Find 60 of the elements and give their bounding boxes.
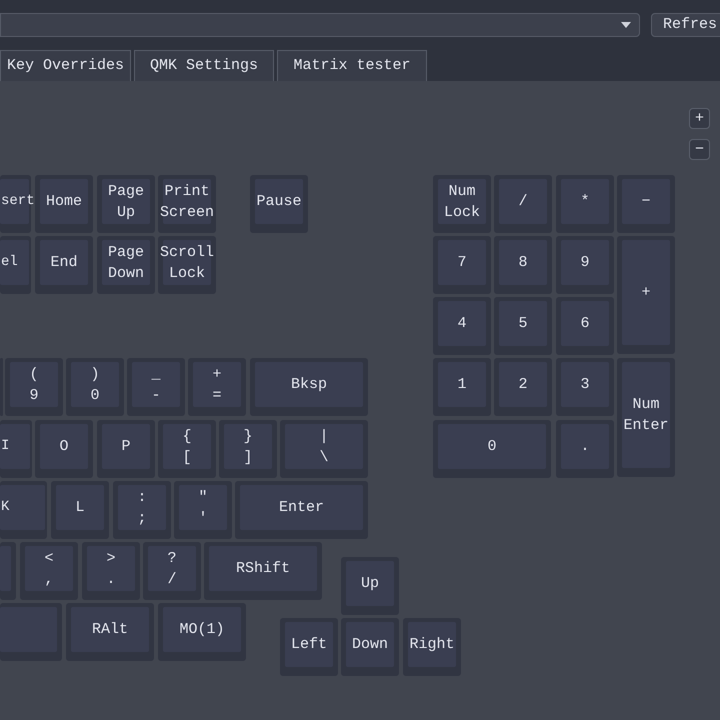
keyboard-key[interactable]: 1 xyxy=(433,358,491,416)
device-dropdown[interactable] xyxy=(0,13,640,37)
caret-icon xyxy=(621,22,631,28)
keyboard-key[interactable]: + xyxy=(617,236,675,354)
keyboard-key[interactable]: Right xyxy=(403,618,461,676)
keyboard-key[interactable]: Pause xyxy=(250,175,308,233)
keyboard-key[interactable]: I xyxy=(0,420,32,478)
zoom-in-button[interactable]: + xyxy=(689,108,710,129)
zoom-out-button[interactable]: − xyxy=(689,139,710,160)
keyboard-key[interactable]: 5 xyxy=(494,297,552,355)
keyboard-key[interactable]: : ; xyxy=(113,481,171,539)
keyboard-key[interactable]: Home xyxy=(35,175,93,233)
keyboard-key[interactable]: Scroll Lock xyxy=(158,236,216,294)
keyboard-key[interactable]: MO(1) xyxy=(158,603,246,661)
tab[interactable]: Matrix tester xyxy=(277,50,427,81)
keyboard-key[interactable]: " ' xyxy=(174,481,232,539)
keyboard-key[interactable]: > . xyxy=(82,542,140,600)
keyboard-key[interactable]: { [ xyxy=(158,420,216,478)
keyboard-key[interactable]: Bksp xyxy=(250,358,368,416)
keyboard-key[interactable]: K xyxy=(0,481,47,539)
keyboard-key[interactable]: ( 9 xyxy=(5,358,63,416)
keyboard-key[interactable]: 8 xyxy=(494,236,552,294)
keyboard-key[interactable]: < , xyxy=(20,542,78,600)
keyboard-key[interactable]: ) 0 xyxy=(66,358,124,416)
keyboard-key[interactable]: 6 xyxy=(556,297,614,355)
keyboard-key[interactable]: + = xyxy=(188,358,246,416)
tab[interactable]: Key Overrides xyxy=(0,50,131,81)
tab[interactable]: QMK Settings xyxy=(134,50,274,81)
keyboard-key[interactable]: . xyxy=(556,420,614,478)
keyboard-key[interactable]: _ - xyxy=(127,358,185,416)
keyboard-key[interactable]: } ] xyxy=(219,420,277,478)
keyboard-key[interactable]: P xyxy=(97,420,155,478)
keyboard-key[interactable]: O xyxy=(35,420,93,478)
keyboard-key[interactable]: sert xyxy=(0,175,31,233)
keyboard-key[interactable]: 3 xyxy=(556,358,614,416)
keyboard-key[interactable]: End xyxy=(35,236,93,294)
keyboard-key[interactable]: RShift xyxy=(204,542,322,600)
refresh-button[interactable]: Refres xyxy=(651,13,720,37)
keyboard-key[interactable]: Enter xyxy=(235,481,368,539)
keyboard-key[interactable]: el xyxy=(0,236,31,294)
keyboard-key[interactable]: ? / xyxy=(143,542,201,600)
keyboard-key[interactable]: Num Lock xyxy=(433,175,491,233)
keyboard-key[interactable]: Page Down xyxy=(97,236,155,294)
keyboard-key[interactable]: RAlt xyxy=(66,603,154,661)
keyboard-key[interactable]: Up xyxy=(341,557,399,615)
keyboard-key[interactable]: 2 xyxy=(494,358,552,416)
keyboard-key[interactable]: 7 xyxy=(433,236,491,294)
keyboard-key[interactable]: − xyxy=(617,175,675,233)
keyboard-key[interactable]: | \ xyxy=(280,420,368,478)
keyboard-key[interactable]: Down xyxy=(341,618,399,676)
keyboard-key[interactable]: Num Enter xyxy=(617,358,675,477)
keyboard-key[interactable]: Print Screen xyxy=(158,175,216,233)
keyboard-key[interactable]: * xyxy=(556,175,614,233)
keyboard-key[interactable]: Left xyxy=(280,618,338,676)
keyboard-key[interactable]: 4 xyxy=(433,297,491,355)
keyboard-key[interactable]: L xyxy=(51,481,109,539)
keyboard-key[interactable]: 0 xyxy=(433,420,551,478)
keyboard-key[interactable]: / xyxy=(494,175,552,233)
keyboard-key[interactable]: Page Up xyxy=(97,175,155,233)
keyboard-key[interactable]: 9 xyxy=(556,236,614,294)
